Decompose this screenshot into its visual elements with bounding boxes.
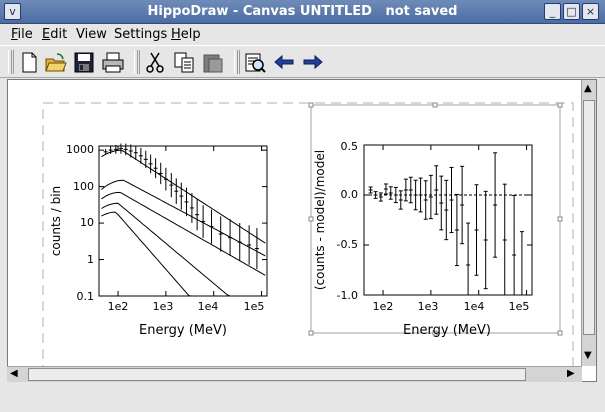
right-xtick-label: 1e3 (418, 300, 439, 313)
right-ytick-label: -1.0 (337, 289, 358, 302)
new-file-icon[interactable] (17, 51, 41, 74)
right-xtick-label: 1e5 (509, 300, 530, 313)
right-ytick-label: -0.5 (337, 238, 358, 251)
scroll-down-arrow-icon[interactable]: ▼ (584, 350, 592, 361)
left-xtick-label: 1e3 (153, 300, 174, 313)
left-ytick-label: 100 (73, 180, 94, 193)
right-xtick-label: 1e2 (373, 300, 394, 313)
cut-icon[interactable] (143, 51, 167, 74)
menu-view-label: View (76, 27, 107, 42)
paste-icon[interactable] (201, 51, 225, 74)
left-ytick-label: 0.1 (77, 290, 95, 303)
left-ytick-label: 1 (87, 253, 94, 266)
left-xtick-label: 1e5 (244, 300, 265, 313)
menu-edit-mnemonic: E (42, 27, 51, 42)
left-ytick-label: 10 (80, 216, 94, 229)
close-button[interactable]: × (582, 3, 599, 20)
menu-settings[interactable]: Settings (114, 27, 167, 42)
menu-edit[interactable]: Edit (42, 27, 67, 42)
vertical-scrollbar[interactable]: ▲ ▼ (581, 80, 596, 366)
canvas-area[interactable]: counts / bin Energy (MeV) 1000 100 10 1 … (7, 79, 597, 382)
minimize-button[interactable]: _ (544, 3, 561, 20)
left-plot[interactable]: counts / bin Energy (MeV) 1000 100 10 1 … (49, 143, 268, 338)
menu-edit-label: dit (50, 27, 68, 42)
toolbar-grip[interactable] (8, 50, 14, 74)
horizontal-scroll-thumb[interactable] (28, 368, 526, 381)
left-ytick-label: 1000 (66, 143, 94, 156)
menu-file-label: ile (17, 27, 33, 42)
maximize-button[interactable]: □ (563, 3, 580, 20)
vertical-scroll-thumb[interactable] (583, 100, 595, 335)
save-disk-icon[interactable] (72, 51, 96, 74)
left-xlabel: Energy (MeV) (139, 323, 227, 338)
menu-help-label: elp (180, 27, 201, 42)
right-ytick-label: 0.5 (341, 140, 359, 153)
right-xlabel: Energy (MeV) (403, 323, 491, 338)
left-xtick-label: 1e4 (198, 300, 219, 313)
menu-bar: File Edit View Settings Help (0, 25, 605, 45)
window-title: HippoDraw - Canvas UNTITLED not saved (147, 4, 458, 19)
inspector-icon[interactable] (243, 51, 267, 74)
scroll-left-arrow-icon[interactable]: ◀ (10, 368, 18, 379)
left-xtick-label: 1e2 (108, 300, 129, 313)
menu-settings-label: Settings (114, 27, 168, 42)
back-arrow-icon[interactable] (272, 51, 296, 74)
toolbar-grip-2[interactable] (134, 50, 140, 74)
toolbar (0, 45, 605, 78)
menu-help[interactable]: Help (171, 27, 201, 42)
left-ylabel: counts / bin (49, 186, 63, 256)
forward-arrow-icon[interactable] (301, 51, 325, 74)
right-plot[interactable]: (counts - model)/model Energy (MeV) 0.5 … (313, 140, 533, 338)
toolbar-grip-3[interactable] (234, 50, 240, 74)
right-ytick-label: 0.0 (341, 188, 359, 201)
print-icon[interactable] (101, 51, 125, 74)
right-ylabel: (counts - model)/model (313, 150, 327, 290)
scroll-up-arrow-icon[interactable]: ▲ (584, 83, 592, 94)
right-xtick-label: 1e4 (464, 300, 485, 313)
menu-view[interactable]: View (76, 27, 107, 42)
status-bar (0, 384, 605, 412)
scroll-right-arrow-icon[interactable]: ▶ (567, 368, 575, 379)
open-folder-icon[interactable] (44, 51, 68, 74)
title-bar: v HippoDraw - Canvas UNTITLED not saved … (0, 0, 605, 24)
right-plot-frame (363, 144, 533, 296)
horizontal-scrollbar[interactable]: ◀ ▶ (7, 366, 582, 382)
menu-help-mnemonic: H (171, 27, 181, 42)
copy-icon[interactable] (172, 51, 196, 74)
canvas-svg: counts / bin Energy (MeV) 1000 100 10 1 … (42, 102, 574, 367)
menu-file[interactable]: File (11, 27, 33, 42)
